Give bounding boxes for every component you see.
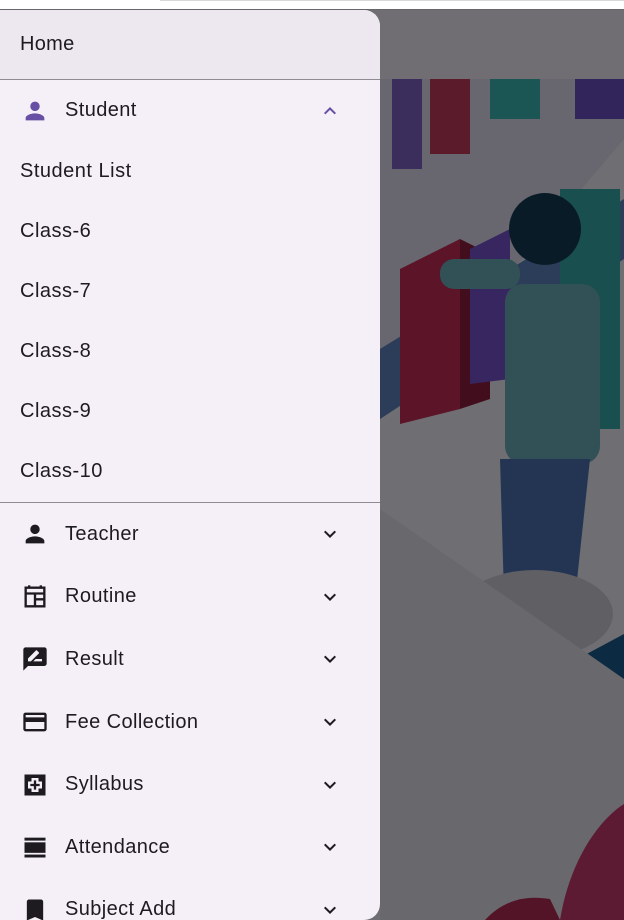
chevron-down-icon	[316, 896, 344, 920]
navigation-drawer: Home Student Student List Class-6 Class-…	[0, 10, 380, 920]
sub-item-label: Class-10	[20, 459, 103, 482]
drawer-item-home[interactable]: Home	[0, 10, 380, 80]
group-label-student: Student	[65, 99, 137, 121]
person-icon	[20, 519, 50, 549]
calendar-view-icon	[20, 582, 50, 612]
chevron-down-icon	[316, 833, 344, 861]
drawer-group-student[interactable]: Student	[0, 80, 380, 141]
sub-item-label: Class-8	[20, 339, 92, 362]
group-label-attendance: Attendance	[65, 835, 171, 858]
chevron-down-icon	[316, 520, 344, 548]
syllabus-icon	[20, 770, 50, 800]
sub-item-class-9[interactable]: Class-9	[0, 381, 380, 441]
chevron-down-icon	[316, 645, 344, 673]
sub-item-label: Class-6	[20, 219, 92, 242]
sub-item-class-7[interactable]: Class-7	[0, 261, 380, 321]
sub-item-class-6[interactable]: Class-6	[0, 201, 380, 261]
group-label-subject-add: Subject Add	[65, 898, 177, 920]
group-label-teacher: Teacher	[65, 522, 139, 545]
view-agenda-icon	[20, 832, 50, 862]
drawer-group-subject-add[interactable]: Subject Add	[0, 879, 380, 920]
chevron-down-icon	[316, 771, 344, 799]
sub-item-class-8[interactable]: Class-8	[0, 321, 380, 381]
sub-item-label: Class-9	[20, 399, 92, 422]
drawer-group-routine[interactable]: Routine	[0, 566, 380, 629]
rate-review-icon	[20, 644, 50, 674]
home-label: Home	[20, 33, 75, 55]
drawer-group-result[interactable]: Result	[0, 628, 380, 691]
credit-card-icon	[20, 707, 50, 737]
group-label-routine: Routine	[65, 585, 137, 608]
group-label-result: Result	[65, 647, 125, 670]
group-label-syllabus: Syllabus	[65, 773, 144, 796]
status-strip	[0, 0, 624, 9]
sub-item-label: Student List	[20, 159, 132, 182]
chevron-down-icon	[316, 583, 344, 611]
sub-item-student-list[interactable]: Student List	[0, 141, 380, 201]
sub-item-label: Class-7	[20, 279, 92, 302]
drawer-group-teacher[interactable]: Teacher	[0, 503, 380, 566]
drawer-group-syllabus[interactable]: Syllabus	[0, 753, 380, 816]
chevron-up-icon	[316, 97, 344, 125]
chevron-down-icon	[316, 708, 344, 736]
bookmark-icon	[20, 895, 50, 920]
group-label-fee-collection: Fee Collection	[65, 710, 199, 733]
person-icon	[20, 96, 50, 126]
drawer-group-attendance[interactable]: Attendance	[0, 816, 380, 879]
sub-item-class-10[interactable]: Class-10	[0, 441, 380, 501]
student-sub-list: Student List Class-6 Class-7 Class-8 Cla…	[0, 141, 380, 503]
drawer-group-fee-collection[interactable]: Fee Collection	[0, 691, 380, 754]
